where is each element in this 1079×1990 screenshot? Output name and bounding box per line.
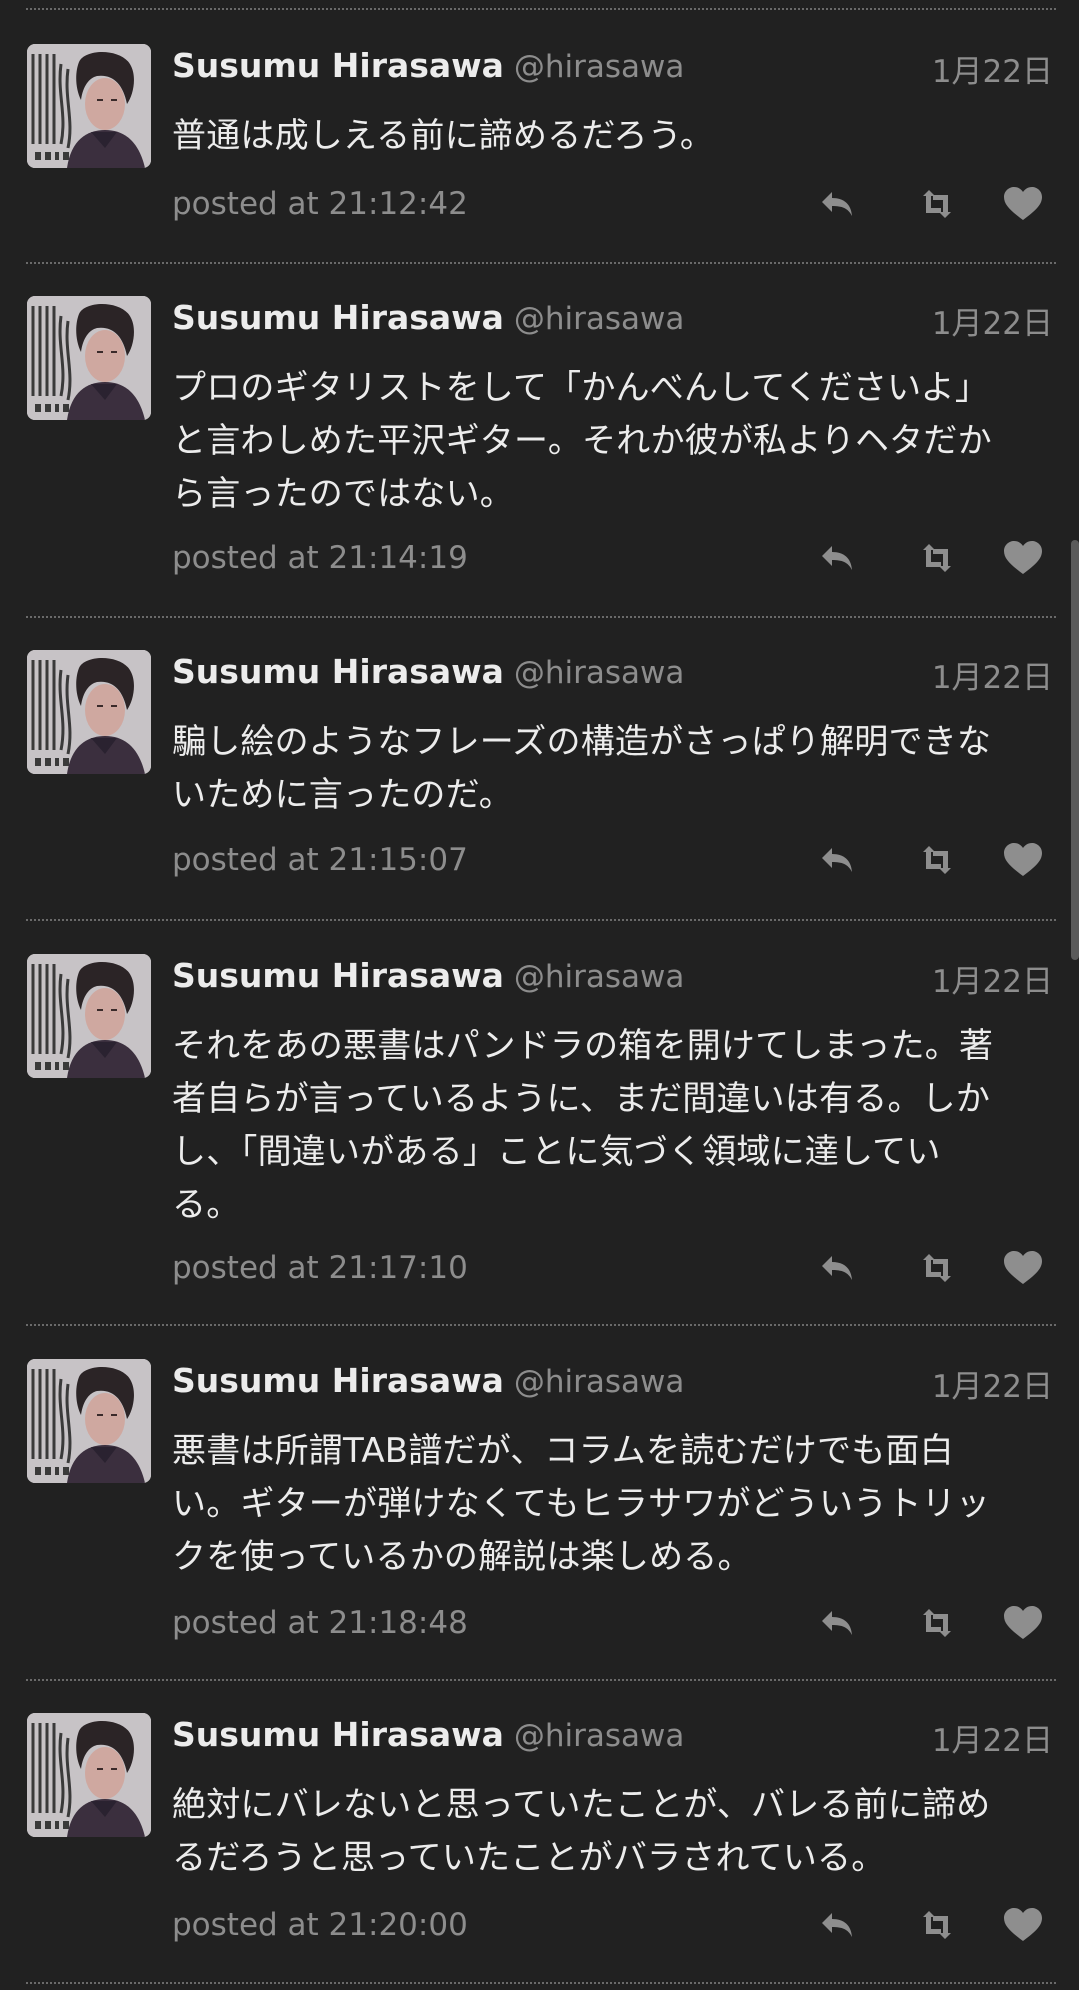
author-handle: @hirasawa xyxy=(513,959,685,995)
like-button[interactable] xyxy=(1001,1248,1045,1288)
heart-icon xyxy=(1004,1251,1042,1284)
retweet-icon xyxy=(923,1609,951,1637)
avatar-image xyxy=(27,1359,151,1483)
divider xyxy=(26,616,1056,618)
author-handle: @hirasawa xyxy=(513,1364,685,1400)
tweet-date: 1月22日 xyxy=(931,306,1053,342)
retweet-icon xyxy=(923,544,951,572)
author-name-text: Susumu Hirasawa xyxy=(172,956,504,995)
divider xyxy=(26,1679,1056,1681)
divider xyxy=(26,1982,1056,1984)
avatar[interactable] xyxy=(27,954,151,1078)
reply-icon xyxy=(822,848,852,872)
author-handle: @hirasawa xyxy=(513,301,685,337)
like-button[interactable] xyxy=(1001,538,1045,578)
author-name-text: Susumu Hirasawa xyxy=(172,1361,504,1400)
author-name[interactable]: Susumu Hirasawa @hirasawa xyxy=(172,956,684,995)
author-name[interactable]: Susumu Hirasawa @hirasawa xyxy=(172,1361,684,1400)
tweet-actions xyxy=(818,1905,1058,1945)
reply-button[interactable] xyxy=(818,840,862,880)
retweet-button[interactable] xyxy=(915,1248,959,1288)
tweet-date: 1月22日 xyxy=(931,964,1053,1000)
tweet-text: それをあの悪書はパンドラの箱を開けてしまった。著 者自らが言っているように、まだ… xyxy=(172,1026,994,1225)
retweet-button[interactable] xyxy=(915,1905,959,1945)
author-name-text: Susumu Hirasawa xyxy=(172,46,504,85)
tweet-text: 絶対にバレないと思っていたことが、バレる前に諦め るだろうと思っていたことがバラ… xyxy=(172,1785,991,1878)
avatar-image xyxy=(27,44,151,168)
reply-button[interactable] xyxy=(818,184,862,224)
tweet-date: 1月22日 xyxy=(931,660,1053,696)
like-button[interactable] xyxy=(1001,1905,1045,1945)
divider xyxy=(26,8,1056,10)
reply-button[interactable] xyxy=(818,1905,862,1945)
reply-icon xyxy=(822,192,852,216)
reply-button[interactable] xyxy=(818,538,862,578)
tweet-text: 普通は成しえる前に諦めるだろう。 xyxy=(172,116,715,156)
retweet-icon xyxy=(923,1254,951,1282)
retweet-button[interactable] xyxy=(915,538,959,578)
author-name[interactable]: Susumu Hirasawa @hirasawa xyxy=(172,46,684,85)
divider xyxy=(26,262,1056,264)
avatar[interactable] xyxy=(27,296,151,420)
like-button[interactable] xyxy=(1001,840,1045,880)
avatar[interactable] xyxy=(27,1359,151,1483)
posted-time: posted at 21:18:48 xyxy=(172,1605,468,1641)
avatar-image xyxy=(27,954,151,1078)
heart-icon xyxy=(1004,1908,1042,1941)
tweet-actions xyxy=(818,840,1058,880)
reply-icon xyxy=(822,1611,852,1635)
posted-time: posted at 21:14:19 xyxy=(172,540,468,576)
tweet-date: 1月22日 xyxy=(931,1723,1053,1759)
retweet-button[interactable] xyxy=(915,1603,959,1643)
author-handle: @hirasawa xyxy=(513,655,685,691)
posted-time: posted at 21:15:07 xyxy=(172,842,468,878)
avatar[interactable] xyxy=(27,1713,151,1837)
heart-icon xyxy=(1004,541,1042,574)
posted-time: posted at 21:17:10 xyxy=(172,1250,468,1286)
tweet-actions xyxy=(818,184,1058,224)
reply-icon xyxy=(822,1913,852,1937)
scrollbar[interactable] xyxy=(1071,540,1079,960)
divider xyxy=(26,919,1056,921)
tweet-actions xyxy=(818,1603,1058,1643)
retweet-icon xyxy=(923,190,951,218)
retweet-icon xyxy=(923,1911,951,1939)
retweet-button[interactable] xyxy=(915,184,959,224)
avatar[interactable] xyxy=(27,44,151,168)
author-handle: @hirasawa xyxy=(513,49,685,85)
heart-icon xyxy=(1004,843,1042,876)
divider xyxy=(26,1324,1056,1326)
like-button[interactable] xyxy=(1001,184,1045,224)
retweet-icon xyxy=(923,846,951,874)
author-handle: @hirasawa xyxy=(513,1718,685,1754)
author-name-text: Susumu Hirasawa xyxy=(172,652,504,691)
posted-time: posted at 21:12:42 xyxy=(172,186,468,222)
avatar-image xyxy=(27,650,151,774)
tweet-date: 1月22日 xyxy=(931,54,1053,90)
author-name-text: Susumu Hirasawa xyxy=(172,298,504,337)
reply-button[interactable] xyxy=(818,1248,862,1288)
like-button[interactable] xyxy=(1001,1603,1045,1643)
tweet-text: 悪書は所謂TAB譜だが、コラムを読むだけでも面白 い。ギターが弾けなくてもヒラサ… xyxy=(172,1431,991,1577)
tweet-actions xyxy=(818,538,1058,578)
author-name-text: Susumu Hirasawa xyxy=(172,1715,504,1754)
avatar-image xyxy=(27,1713,151,1837)
tweet-actions xyxy=(818,1248,1058,1288)
avatar-image xyxy=(27,296,151,420)
heart-icon xyxy=(1004,187,1042,220)
posted-time: posted at 21:20:00 xyxy=(172,1907,468,1943)
author-name[interactable]: Susumu Hirasawa @hirasawa xyxy=(172,652,684,691)
tweet-text: プロのギタリストをして「かんべんしてくださいよ」 と言わしめた平沢ギター。それか… xyxy=(172,368,992,514)
tweet-date: 1月22日 xyxy=(931,1369,1053,1405)
retweet-button[interactable] xyxy=(915,840,959,880)
heart-icon xyxy=(1004,1606,1042,1639)
author-name[interactable]: Susumu Hirasawa @hirasawa xyxy=(172,1715,684,1754)
author-name[interactable]: Susumu Hirasawa @hirasawa xyxy=(172,298,684,337)
reply-button[interactable] xyxy=(818,1603,862,1643)
reply-icon xyxy=(822,1256,852,1280)
tweet-text: 騙し絵のようなフレーズの構造がさっぱり解明できな いために言ったのだ。 xyxy=(172,722,992,815)
reply-icon xyxy=(822,546,852,570)
avatar[interactable] xyxy=(27,650,151,774)
